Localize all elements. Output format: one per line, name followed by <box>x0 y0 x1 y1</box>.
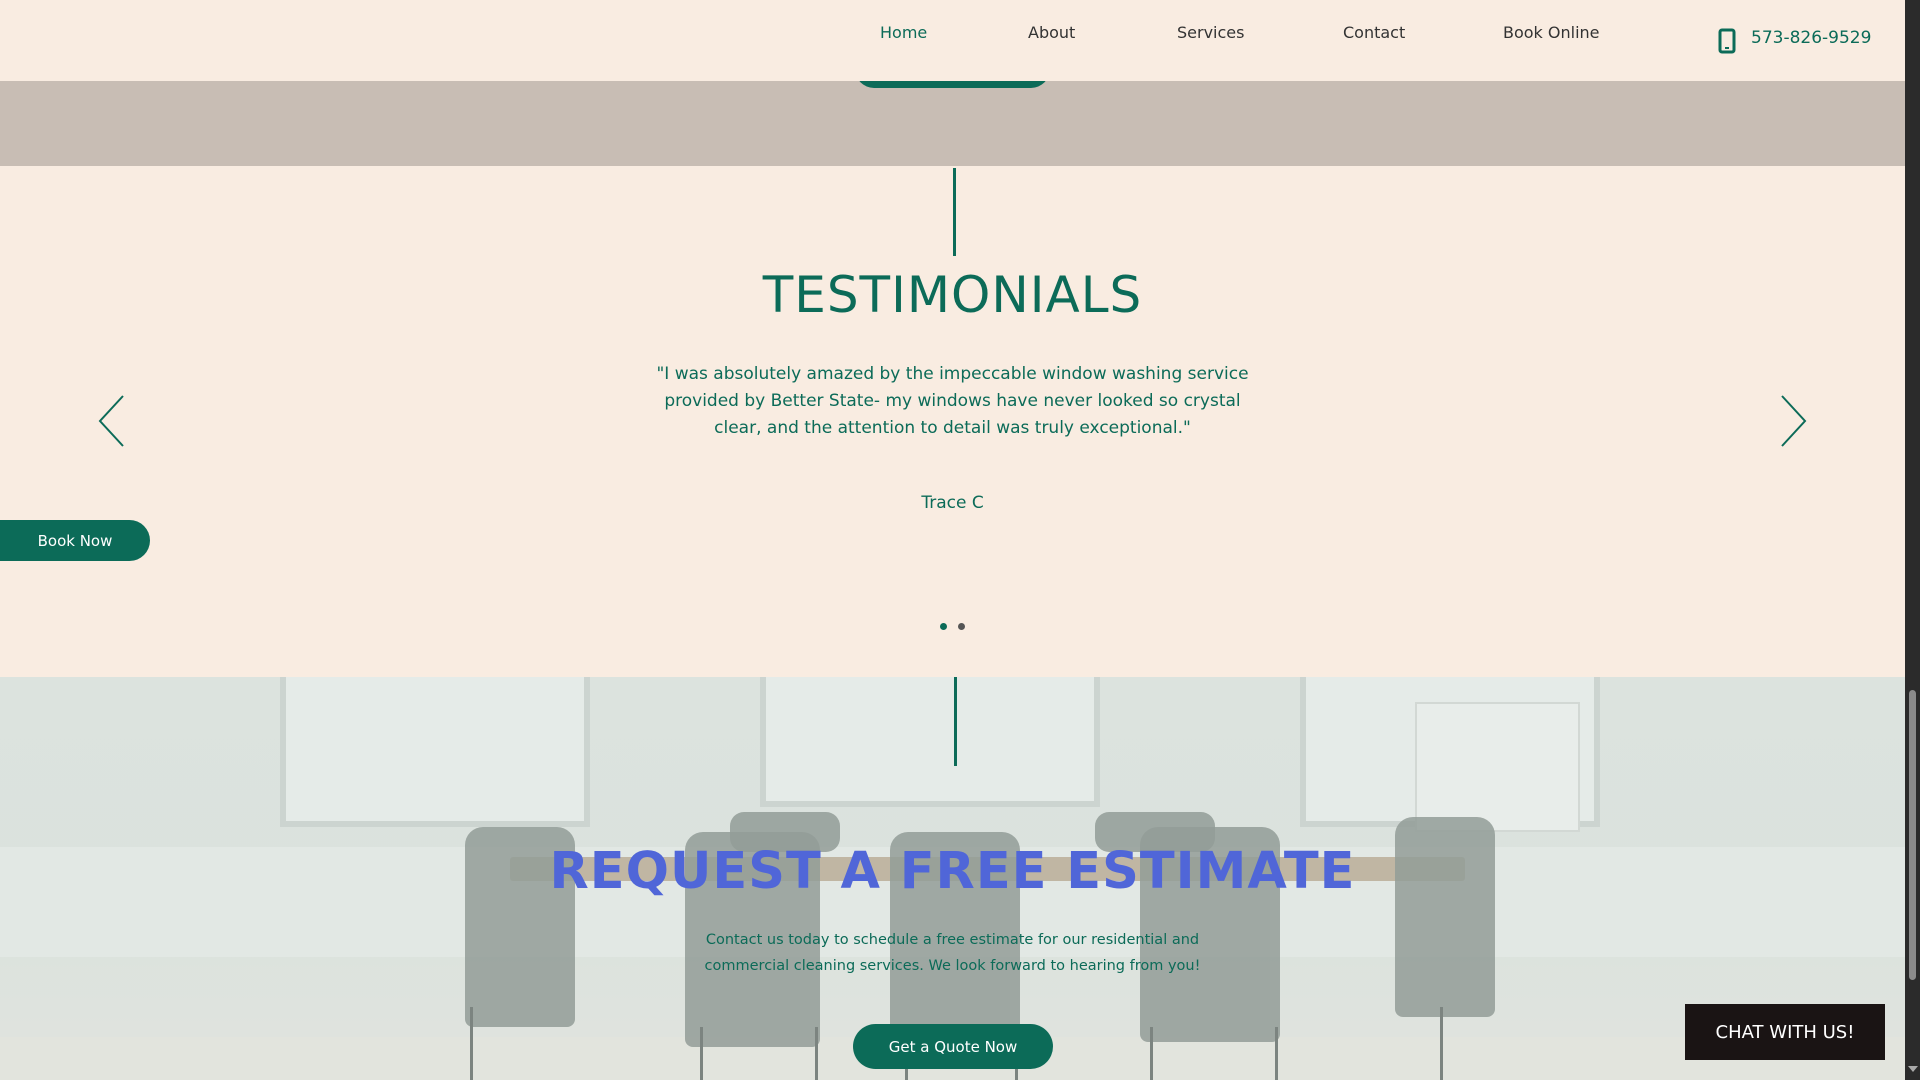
divider-line <box>953 168 956 256</box>
nav-home[interactable]: Home <box>880 23 927 42</box>
nav-about[interactable]: About <box>1028 23 1075 42</box>
divider-line <box>954 677 957 766</box>
phone-number[interactable]: 573-826-9529 <box>1751 28 1871 48</box>
testimonial-author: Trace C <box>921 493 984 513</box>
chevron-right-icon[interactable] <box>1778 394 1808 448</box>
testimonials-title: TESTIMONIALS <box>762 266 1143 324</box>
chevron-left-icon[interactable] <box>97 394 127 448</box>
testimonials-section: TESTIMONIALS "I was absolutely amazed by… <box>0 166 1905 677</box>
estimate-title: REQUEST A FREE ESTIMATE <box>549 842 1356 901</box>
slide-dot-2[interactable] <box>958 623 965 630</box>
phone-icon[interactable] <box>1718 28 1736 54</box>
nav-contact[interactable]: Contact <box>1343 23 1405 42</box>
book-now-button[interactable]: Book Now <box>0 520 150 561</box>
slide-dot-1[interactable] <box>940 623 947 630</box>
scroll-down-icon[interactable] <box>1908 1066 1918 1072</box>
nav-services[interactable]: Services <box>1177 23 1244 42</box>
chat-button[interactable]: CHAT WITH US! <box>1685 1004 1885 1060</box>
estimate-description: Contact us today to schedule a free esti… <box>704 932 1201 974</box>
nav-book-online[interactable]: Book Online <box>1503 23 1600 42</box>
scrollbar-thumb[interactable] <box>1909 690 1916 980</box>
page: Home About Services Contact Book Online … <box>0 0 1920 1080</box>
testimonial-quote: "I was absolutely amazed by the impeccab… <box>656 364 1249 438</box>
estimate-section: REQUEST A FREE ESTIMATE Contact us today… <box>0 677 1905 1080</box>
site-header: Home About Services Contact Book Online … <box>0 0 1905 81</box>
scrollbar[interactable] <box>1905 0 1920 1080</box>
get-quote-button[interactable]: Get a Quote Now <box>853 1024 1053 1069</box>
